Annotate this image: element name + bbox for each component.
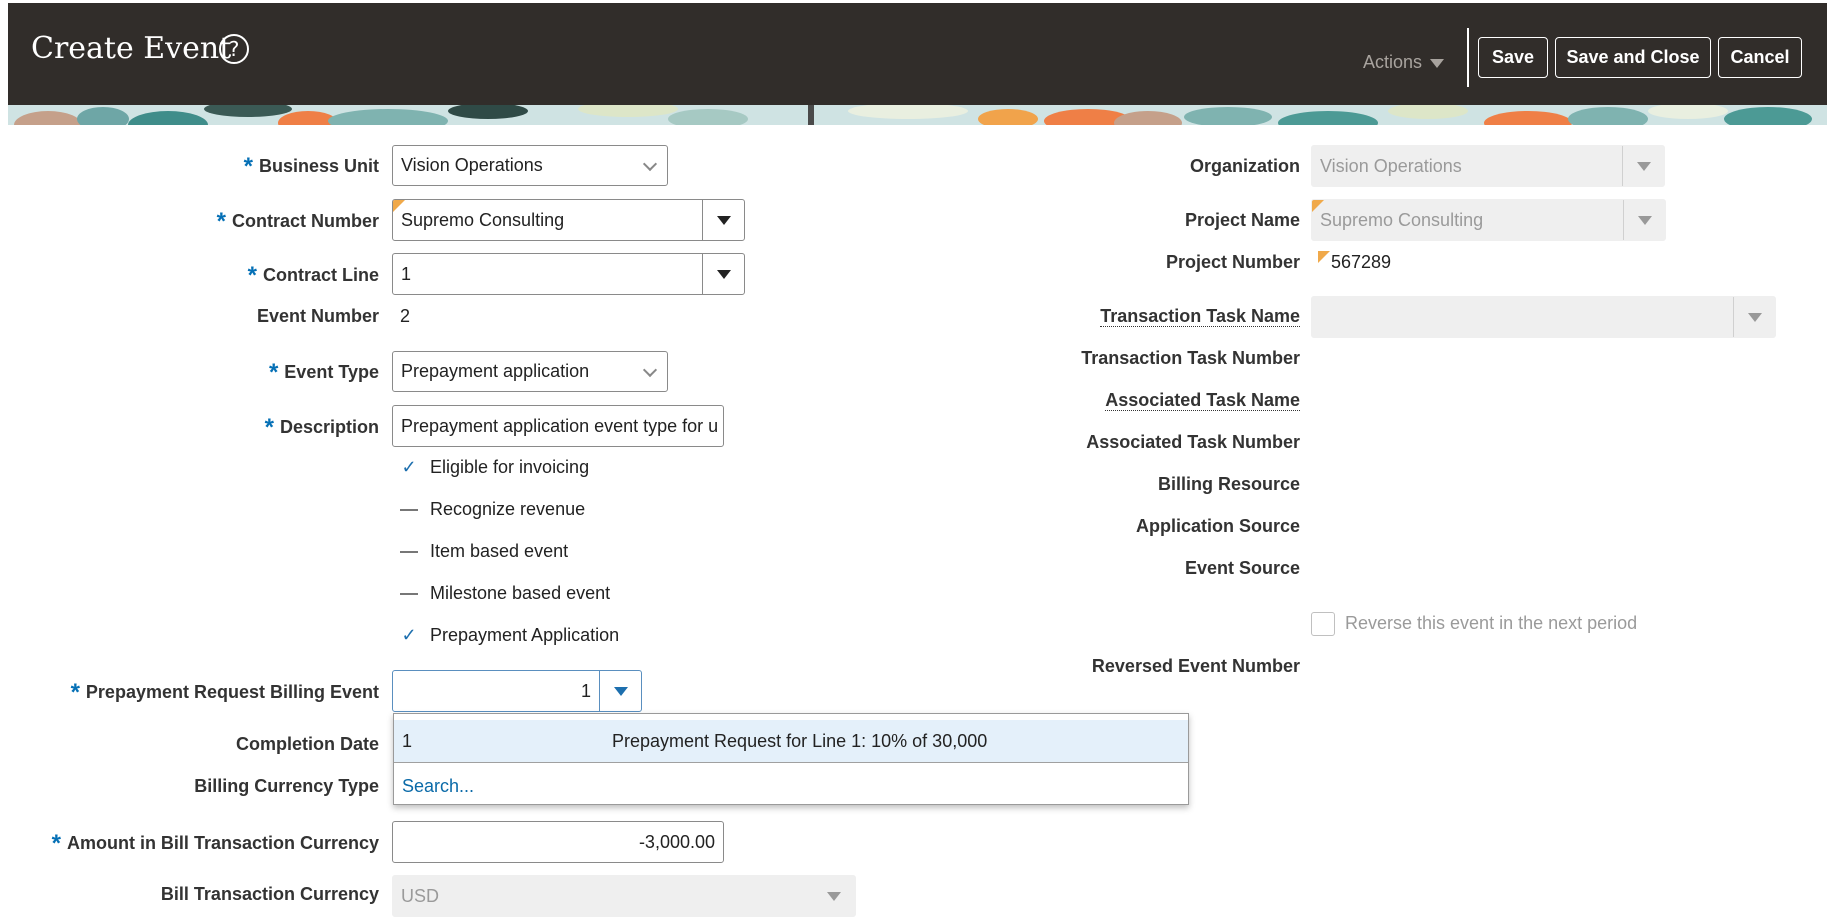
page-title: Create Event <box>31 31 232 66</box>
actions-label: Actions <box>1363 52 1423 72</box>
save-button[interactable]: Save <box>1478 37 1548 78</box>
event-number-label: Event Number <box>256 306 379 326</box>
bill-currency-label: Bill Transaction Currency <box>160 884 379 904</box>
chevron-down-icon <box>642 362 658 378</box>
business-unit-select[interactable]: Vision Operations <box>392 145 668 186</box>
cancel-button[interactable]: Cancel <box>1718 37 1802 78</box>
popup-row-description: Prepayment Request for Line 1: 10% of 30… <box>612 731 988 751</box>
popup-row-number: 1 <box>402 731 413 751</box>
prepayment-application-checkbox[interactable]: ✓ Prepayment Application <box>400 625 619 646</box>
description-value: Prepayment application event type for u <box>401 415 719 436</box>
prepayment-request-popup: 1 Prepayment Request for Line 1: 10% of … <box>393 713 1189 805</box>
organization-label: Organization <box>1189 156 1300 176</box>
triangle-down-icon <box>716 215 731 225</box>
prepayment-request-value: 1 <box>580 680 591 701</box>
reverse-event-checkbox[interactable] <box>1311 612 1335 636</box>
eligible-for-invoicing-checkbox[interactable]: ✓ Eligible for invoicing <box>400 457 589 478</box>
help-icon[interactable]: ? <box>219 34 249 64</box>
associated-task-number-label: Associated Task Number <box>1086 432 1300 452</box>
amount-input[interactable]: -3,000.00 <box>392 821 724 863</box>
checkmark-icon: ✓ <box>401 457 417 477</box>
required-icon: * <box>264 414 274 441</box>
contract-line-dropdown-button[interactable] <box>702 254 744 294</box>
changed-flag-icon <box>393 200 405 212</box>
project-number-value: 567289 <box>1318 251 1391 273</box>
item-based-event-checkbox[interactable]: Item based event <box>400 541 568 562</box>
event-type-value: Prepayment application <box>401 361 590 381</box>
triangle-down-icon <box>613 686 628 696</box>
contract-line-input[interactable]: 1 <box>392 253 745 295</box>
completion-date-label: Completion Date <box>235 734 379 754</box>
required-icon: * <box>70 679 80 706</box>
transaction-task-number-label: Transaction Task Number <box>1081 348 1300 368</box>
dash-icon <box>400 593 418 596</box>
required-icon: * <box>268 359 279 386</box>
contract-number-value: Supremo Consulting <box>401 209 565 230</box>
chevron-down-icon <box>1430 58 1445 68</box>
triangle-down-icon <box>716 269 731 279</box>
required-icon: * <box>247 262 257 289</box>
project-name-select: Supremo Consulting <box>1311 199 1666 241</box>
bill-currency-select: USD <box>392 875 856 917</box>
milestone-based-event-checkbox[interactable]: Milestone based event <box>400 583 610 604</box>
project-name-label: Project Name <box>1184 210 1300 230</box>
required-icon: * <box>51 830 61 857</box>
transaction-task-name-dropdown-button <box>1733 297 1775 337</box>
event-type-label: * Event Type <box>268 359 379 386</box>
recognize-revenue-checkbox[interactable]: Recognize revenue <box>400 499 585 520</box>
triangle-down-icon <box>1636 161 1651 171</box>
prepayment-request-dropdown-button[interactable] <box>599 671 641 711</box>
contract-number-input[interactable]: Supremo Consulting <box>392 199 745 241</box>
header-divider <box>1467 28 1469 87</box>
organization-select: Vision Operations <box>1311 145 1665 187</box>
event-type-select[interactable]: Prepayment application <box>392 351 668 392</box>
organization-dropdown-button <box>1622 146 1664 186</box>
popup-row[interactable]: 1 Prepayment Request for Line 1: 10% of … <box>394 720 1188 763</box>
changed-flag-icon <box>1318 251 1330 263</box>
transaction-task-name-label: Transaction Task Name <box>1100 306 1300 327</box>
prepayment-request-input[interactable]: 1 <box>392 670 642 712</box>
amount-label: * Amount in Bill Transaction Currency <box>51 830 379 857</box>
triangle-down-icon <box>827 891 841 901</box>
project-name-dropdown-button <box>1623 200 1665 240</box>
billing-currency-type-label: Billing Currency Type <box>194 776 379 796</box>
checkmark-icon: ✓ <box>401 625 417 645</box>
required-icon: * <box>216 208 226 235</box>
event-source-label: Event Source <box>1184 558 1300 578</box>
project-name-value: Supremo Consulting <box>1320 209 1484 230</box>
reverse-event-label: Reverse this event in the next period <box>1345 613 1638 633</box>
billing-resource-label: Billing Resource <box>1157 474 1300 494</box>
page-header: Create Event ? Actions Save Save and Clo… <box>8 3 1827 125</box>
reversed-event-number-label: Reversed Event Number <box>1091 656 1300 676</box>
amount-value: -3,000.00 <box>638 831 715 852</box>
bill-currency-dropdown-button <box>813 876 855 916</box>
description-label: * Description <box>264 414 379 441</box>
triangle-down-icon <box>1637 215 1652 225</box>
triangle-down-icon <box>1747 312 1762 322</box>
application-source-label: Application Source <box>1135 516 1300 536</box>
event-number-value: 2 <box>400 306 411 326</box>
decorative-banner <box>8 105 1827 125</box>
dash-icon <box>400 509 418 512</box>
changed-flag-icon <box>1312 200 1324 212</box>
contract-line-label: * Contract Line <box>247 262 379 289</box>
actions-menu[interactable]: Actions <box>1363 52 1445 73</box>
popup-search-link[interactable]: Search... <box>402 776 474 797</box>
required-icon: * <box>243 153 253 180</box>
organization-value: Vision Operations <box>1320 155 1462 176</box>
contract-line-value: 1 <box>401 263 412 284</box>
prepayment-request-label: * Prepayment Request Billing Event <box>70 679 379 706</box>
bill-currency-value: USD <box>401 885 440 906</box>
save-and-close-button[interactable]: Save and Close <box>1555 37 1711 78</box>
transaction-task-name-select <box>1311 296 1776 338</box>
contract-number-dropdown-button[interactable] <box>702 200 744 240</box>
description-input[interactable]: Prepayment application event type for u <box>392 405 724 447</box>
chevron-down-icon <box>642 156 658 172</box>
business-unit-label: * Business Unit <box>243 153 379 180</box>
contract-number-label: * Contract Number <box>216 208 379 235</box>
business-unit-value: Vision Operations <box>401 155 543 175</box>
associated-task-name-label: Associated Task Name <box>1105 390 1300 411</box>
project-number-label: Project Number <box>1165 252 1300 272</box>
dash-icon <box>400 551 418 554</box>
